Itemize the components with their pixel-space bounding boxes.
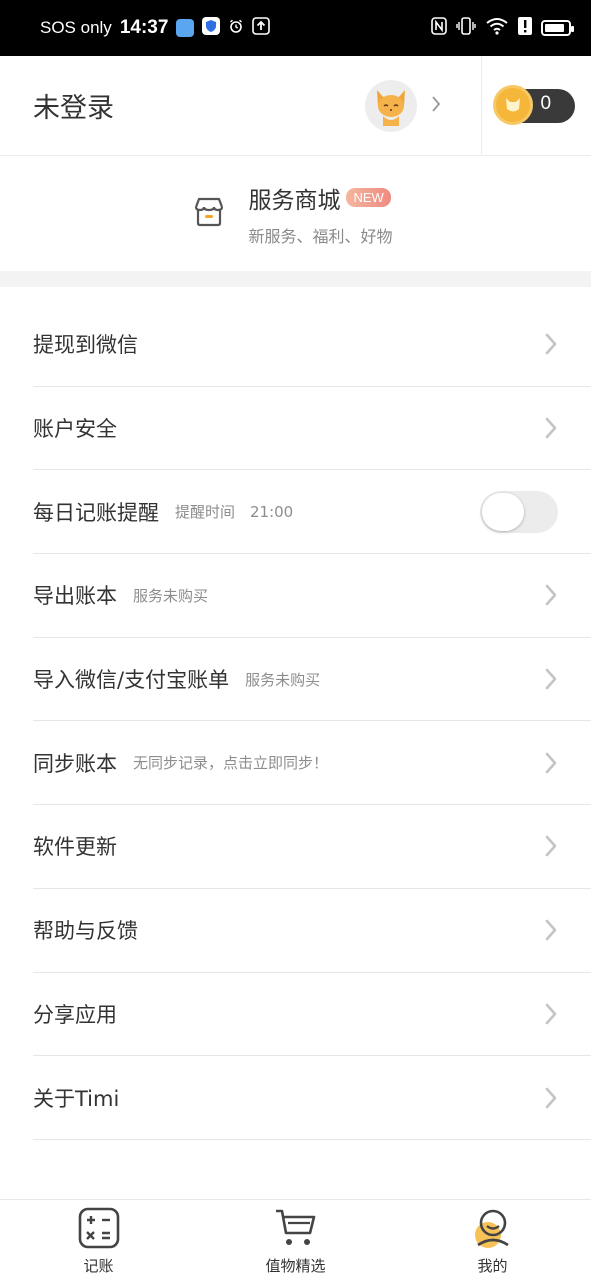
carrier-text: SOS only bbox=[40, 18, 112, 37]
chevron-right-icon bbox=[544, 834, 558, 858]
menu-item-label: 每日记账提醒 bbox=[33, 500, 159, 525]
menu-item-label: 软件更新 bbox=[33, 835, 117, 860]
menu-item-label: 分享应用 bbox=[33, 1002, 117, 1027]
menu-item-withdraw-to-wechat[interactable]: 提现到微信 bbox=[33, 303, 591, 387]
chevron-right-icon bbox=[544, 332, 558, 356]
alert-icon bbox=[518, 17, 532, 39]
battery-fill bbox=[545, 24, 564, 32]
coin-area[interactable]: 0 bbox=[482, 56, 591, 155]
profile-header: 未登录 0 bbox=[0, 56, 591, 156]
menu-item-export-ledger[interactable]: 导出账本 服务未购买 bbox=[33, 554, 591, 638]
chevron-right-icon[interactable] bbox=[431, 95, 441, 117]
clock-time: 14:37 bbox=[119, 17, 169, 38]
section-divider bbox=[0, 271, 591, 287]
vibrate-icon bbox=[456, 17, 476, 39]
upload-icon bbox=[252, 17, 271, 39]
menu-item-label: 关于Timi bbox=[33, 1086, 120, 1111]
store-icon bbox=[192, 195, 226, 233]
service-mall-banner[interactable]: 服务商城 NEW 新服务、福利、好物 bbox=[0, 156, 591, 271]
battery-icon bbox=[541, 20, 574, 36]
nav-label: 值物精选 bbox=[265, 1257, 326, 1275]
menu-item-help-feedback[interactable]: 帮助与反馈 bbox=[33, 889, 591, 973]
coin-pill[interactable]: 0 bbox=[492, 84, 575, 125]
nav-label: 记账 bbox=[83, 1257, 114, 1275]
menu-item-import-bills[interactable]: 导入微信/支付宝账单 服务未购买 bbox=[33, 638, 591, 722]
chevron-right-icon bbox=[544, 751, 558, 775]
cat-coin-icon bbox=[492, 84, 533, 125]
menu-item-share-app[interactable]: 分享应用 bbox=[33, 973, 591, 1057]
service-mall-content[interactable]: 服务商城 NEW 新服务、福利、好物 bbox=[192, 181, 393, 247]
alarm-icon bbox=[228, 18, 244, 38]
service-mall-text: 服务商城 NEW 新服务、福利、好物 bbox=[248, 181, 392, 247]
bottom-nav: 记账 值物精选 我的 bbox=[0, 1199, 591, 1280]
toggle-track[interactable] bbox=[480, 490, 558, 533]
menu-item-label: 提现到微信 bbox=[33, 333, 138, 358]
profile-icon bbox=[470, 1207, 516, 1253]
status-bar-right bbox=[431, 17, 574, 39]
menu-item-hint: 服务未购买 bbox=[245, 670, 321, 689]
service-mall-title: 服务商城 bbox=[248, 187, 341, 214]
service-mall-title-row: 服务商城 NEW bbox=[248, 181, 392, 215]
gallery-app-icon bbox=[176, 19, 195, 37]
menu-item-label: 账户安全 bbox=[33, 417, 117, 442]
status-bar: SOS only 14:37 bbox=[0, 0, 591, 56]
service-mall-subtitle: 新服务、福利、好物 bbox=[248, 226, 393, 246]
chevron-right-icon bbox=[544, 416, 558, 440]
nfc-icon bbox=[431, 17, 447, 39]
status-bar-left: SOS only 14:37 bbox=[40, 17, 271, 39]
shield-app-icon bbox=[202, 17, 221, 39]
menu-item-label: 同步账本 bbox=[33, 751, 117, 776]
wifi-icon bbox=[485, 17, 509, 39]
nav-label: 我的 bbox=[477, 1257, 508, 1275]
chevron-right-icon bbox=[544, 667, 558, 691]
cat-avatar-icon[interactable] bbox=[365, 79, 417, 132]
settings-menu: 提现到微信 账户安全 每日记账提醒 提醒时间 21:00 导出账本 服务未购买 导入微信/支… bbox=[0, 303, 591, 1140]
menu-item-label: 导入微信/支付宝账单 bbox=[33, 668, 230, 693]
menu-item-about-timi[interactable]: 关于Timi bbox=[33, 1056, 591, 1140]
menu-item-daily-reminder[interactable]: 每日记账提醒 提醒时间 21:00 bbox=[33, 470, 591, 555]
new-badge: NEW bbox=[346, 188, 391, 207]
nav-item-bookkeeping[interactable]: 记账 bbox=[0, 1200, 197, 1280]
menu-item-hint: 提醒时间 21:00 bbox=[175, 503, 294, 522]
menu-item-hint: 服务未购买 bbox=[133, 586, 209, 605]
menu-item-hint: 无同步记录，点击立即同步！ bbox=[133, 754, 329, 773]
cart-icon bbox=[273, 1207, 319, 1253]
menu-item-sync-ledger[interactable]: 同步账本 无同步记录，点击立即同步！ bbox=[33, 721, 591, 806]
menu-item-label: 帮助与反馈 bbox=[33, 919, 138, 944]
menu-item-software-update[interactable]: 软件更新 bbox=[33, 805, 591, 889]
menu-item-label: 导出账本 bbox=[33, 584, 117, 609]
login-status-text[interactable]: 未登录 bbox=[33, 86, 365, 125]
calculator-icon bbox=[77, 1207, 121, 1253]
nav-item-mine[interactable]: 我的 bbox=[394, 1200, 591, 1280]
reminder-toggle[interactable] bbox=[480, 490, 558, 533]
nav-item-picks[interactable]: 值物精选 bbox=[197, 1200, 394, 1280]
menu-item-account-security[interactable]: 账户安全 bbox=[33, 387, 591, 471]
chevron-right-icon bbox=[544, 918, 558, 942]
chevron-right-icon bbox=[544, 583, 558, 607]
chevron-right-icon bbox=[544, 1086, 558, 1110]
coin-count: 0 bbox=[540, 92, 552, 114]
chevron-right-icon bbox=[544, 1002, 558, 1026]
toggle-knob[interactable] bbox=[482, 492, 524, 531]
login-area[interactable]: 未登录 bbox=[0, 56, 482, 155]
